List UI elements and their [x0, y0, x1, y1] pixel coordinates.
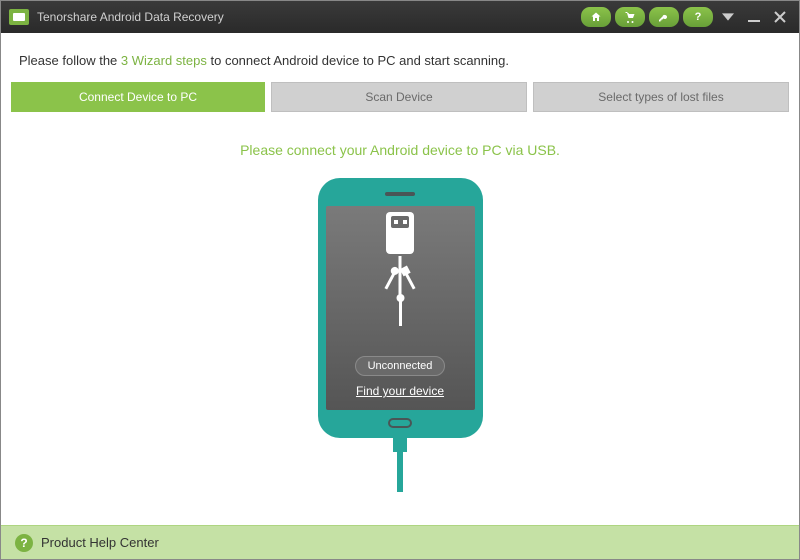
- tab-label: Select types of lost files: [598, 90, 723, 104]
- close-button[interactable]: [769, 7, 791, 27]
- app-logo-icon: [9, 9, 29, 25]
- home-button[interactable]: [581, 7, 611, 27]
- minimize-button[interactable]: [743, 7, 765, 27]
- titlebar-controls: ?: [581, 7, 791, 27]
- status-badge: Unconnected: [355, 356, 446, 376]
- content-area: Please follow the 3 Wizard steps to conn…: [1, 33, 799, 525]
- tab-label: Connect Device to PC: [79, 90, 197, 104]
- tab-label: Scan Device: [365, 90, 432, 104]
- connect-message: Please connect your Android device to PC…: [240, 142, 560, 158]
- close-icon: [774, 11, 786, 23]
- help-button[interactable]: ?: [683, 7, 713, 27]
- phone-speaker: [385, 192, 415, 196]
- cable-line: [397, 452, 403, 492]
- cart-button[interactable]: [615, 7, 645, 27]
- tab-select-types[interactable]: Select types of lost files: [533, 82, 789, 112]
- footer-bar: ? Product Help Center: [1, 525, 799, 559]
- key-button[interactable]: [649, 7, 679, 27]
- cart-icon: [624, 11, 636, 23]
- phone-body: Unconnected Find your device: [318, 178, 483, 438]
- phone-screen: Unconnected Find your device: [326, 206, 475, 410]
- instruction-highlight: 3 Wizard steps: [121, 53, 207, 68]
- chevron-down-icon: [722, 11, 734, 23]
- find-device-link[interactable]: Find your device: [356, 384, 444, 398]
- main-panel: Please connect your Android device to PC…: [11, 112, 789, 525]
- tab-scan-device[interactable]: Scan Device: [271, 82, 527, 112]
- minimize-icon: [748, 11, 760, 23]
- question-icon: ?: [695, 11, 702, 23]
- home-icon: [590, 11, 602, 23]
- usb-icon: [380, 212, 420, 326]
- instruction-prefix: Please follow the: [19, 53, 121, 68]
- app-title: Tenorshare Android Data Recovery: [37, 10, 581, 24]
- help-center-icon[interactable]: ?: [15, 534, 33, 552]
- wizard-tabs: Connect Device to PC Scan Device Select …: [11, 82, 789, 112]
- phone-home-button: [388, 418, 412, 428]
- titlebar: Tenorshare Android Data Recovery ?: [1, 1, 799, 33]
- phone-illustration: Unconnected Find your device: [318, 178, 483, 492]
- cable-connector: [393, 438, 407, 452]
- key-icon: [658, 11, 670, 23]
- instruction-text: Please follow the 3 Wizard steps to conn…: [11, 43, 789, 82]
- tab-connect-device[interactable]: Connect Device to PC: [11, 82, 265, 112]
- help-center-link[interactable]: Product Help Center: [41, 535, 159, 550]
- instruction-suffix: to connect Android device to PC and star…: [207, 53, 509, 68]
- app-window: Tenorshare Android Data Recovery ?: [0, 0, 800, 560]
- dropdown-button[interactable]: [717, 7, 739, 27]
